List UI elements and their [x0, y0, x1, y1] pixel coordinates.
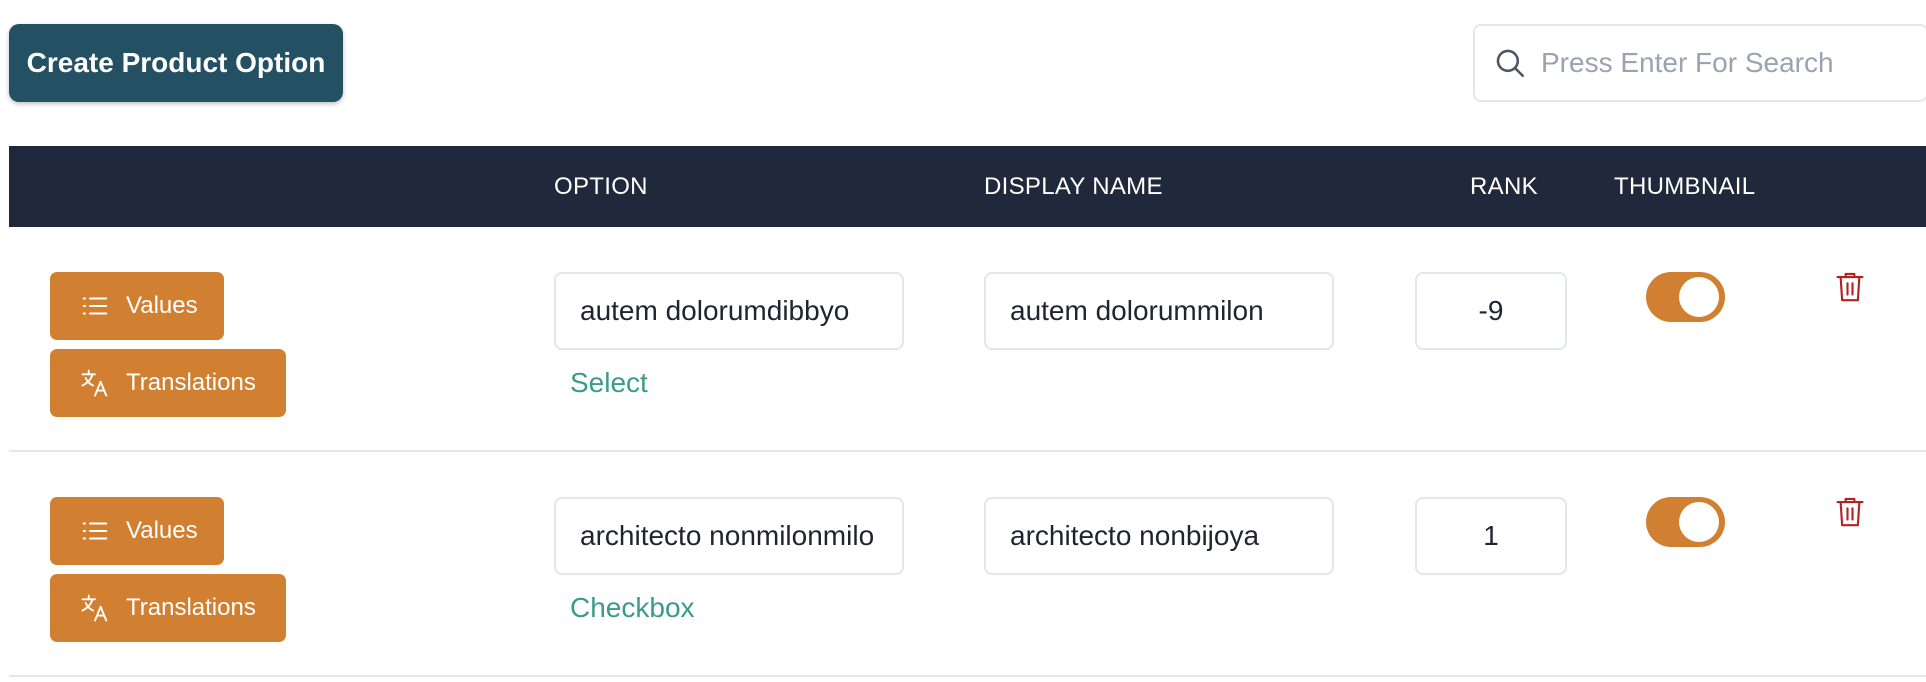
display-name-input[interactable]	[984, 272, 1334, 350]
list-icon	[80, 516, 110, 546]
option-type-link[interactable]: Checkbox	[570, 592, 695, 624]
translate-icon	[80, 593, 110, 623]
values-button[interactable]: Values	[50, 272, 224, 340]
row-divider	[9, 675, 1926, 677]
product-options-page: Create Product Option OPTION DISPLAY NAM…	[0, 0, 1926, 682]
search-input[interactable]	[1541, 33, 1901, 93]
column-header-rank[interactable]: RANK	[1470, 146, 1538, 227]
translations-button-label: Translations	[126, 594, 256, 621]
values-button[interactable]: Values	[50, 497, 224, 565]
option-input[interactable]	[554, 272, 904, 350]
translate-icon	[80, 368, 110, 398]
search-box	[1473, 24, 1926, 102]
rank-input[interactable]	[1415, 497, 1567, 575]
translations-button[interactable]: Translations	[50, 349, 286, 417]
trash-icon[interactable]	[1835, 495, 1865, 529]
column-header-option[interactable]: OPTION	[554, 146, 648, 227]
option-type-link[interactable]: Select	[570, 367, 648, 399]
values-button-label: Values	[126, 292, 198, 319]
option-input[interactable]	[554, 497, 904, 575]
translations-button[interactable]: Translations	[50, 574, 286, 642]
table-row: Values Translations Select	[9, 227, 1926, 452]
trash-icon[interactable]	[1835, 270, 1865, 304]
table-header: OPTION DISPLAY NAME RANK THUMBNAIL	[9, 146, 1926, 227]
search-icon	[1493, 46, 1527, 80]
column-header-thumbnail[interactable]: THUMBNAIL	[1614, 146, 1755, 227]
list-icon	[80, 291, 110, 321]
display-name-input[interactable]	[984, 497, 1334, 575]
toggle-knob	[1679, 277, 1719, 317]
thumbnail-toggle[interactable]	[1646, 497, 1725, 547]
thumbnail-toggle[interactable]	[1646, 272, 1725, 322]
table-row: Values Translations Checkbox	[9, 452, 1926, 677]
rank-input[interactable]	[1415, 272, 1567, 350]
column-header-display-name[interactable]: DISPLAY NAME	[984, 146, 1163, 227]
toggle-knob	[1679, 502, 1719, 542]
create-product-option-button[interactable]: Create Product Option	[9, 24, 343, 102]
translations-button-label: Translations	[126, 369, 256, 396]
values-button-label: Values	[126, 517, 198, 544]
